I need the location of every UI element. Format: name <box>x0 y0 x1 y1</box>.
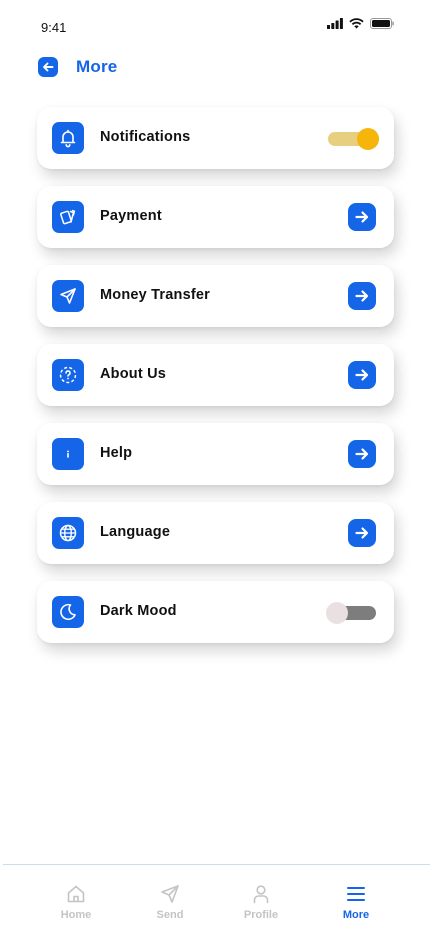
arrow-right-icon <box>355 369 369 381</box>
settings-menu: Notifications Payment Money Transfer Abo… <box>37 107 394 660</box>
menu-label-help: Help <box>100 445 133 461</box>
arrow-right-icon <box>355 448 369 460</box>
menu-label-money-transfer: Money Transfer <box>100 287 210 303</box>
back-button[interactable] <box>38 57 58 77</box>
question-circle-icon <box>52 359 84 391</box>
menu-item-payment[interactable]: Payment <box>37 186 394 248</box>
money-transfer-arrow-button[interactable] <box>348 282 376 310</box>
nav-item-send[interactable]: Send <box>140 883 200 921</box>
menu-label-payment: Payment <box>100 208 162 224</box>
menu-label-notifications: Notifications <box>100 129 191 145</box>
toggle-knob <box>357 128 379 150</box>
language-arrow-button[interactable] <box>348 519 376 547</box>
bottom-nav: Home Send Profile More <box>3 864 430 932</box>
status-bar: 9:41 <box>0 0 430 50</box>
nav-item-profile[interactable]: Profile <box>231 883 291 921</box>
page-title: More <box>76 57 118 76</box>
menu-item-notifications[interactable]: Notifications <box>37 107 394 169</box>
user-icon <box>253 885 269 904</box>
cards-icon <box>52 201 84 233</box>
help-arrow-button[interactable] <box>348 440 376 468</box>
menu-icon <box>347 887 365 901</box>
about-us-arrow-button[interactable] <box>348 361 376 389</box>
menu-item-about-us[interactable]: About Us <box>37 344 394 406</box>
home-icon <box>67 885 85 903</box>
nav-label-home: Home <box>60 909 92 921</box>
nav-item-home[interactable]: Home <box>46 883 106 921</box>
payment-arrow-button[interactable] <box>348 203 376 231</box>
status-time: 9:41 <box>41 20 67 35</box>
wifi-icon <box>349 18 364 29</box>
dark-mood-toggle[interactable] <box>326 602 378 624</box>
send-icon <box>161 885 179 903</box>
arrow-right-icon <box>355 527 369 539</box>
moon-icon <box>52 596 84 628</box>
arrow-left-icon <box>43 62 54 72</box>
arrow-right-icon <box>355 290 369 302</box>
menu-label-dark-mood: Dark Mood <box>100 603 177 619</box>
nav-label-profile: Profile <box>243 909 279 921</box>
menu-item-dark-mood[interactable]: Dark Mood <box>37 581 394 643</box>
toggle-knob <box>326 602 348 624</box>
nav-item-more[interactable]: More <box>326 883 386 921</box>
nav-label-send: Send <box>156 909 184 921</box>
status-icons <box>327 18 394 29</box>
menu-label-language: Language <box>100 524 171 540</box>
menu-label-about-us: About Us <box>100 366 167 382</box>
menu-item-language[interactable]: Language <box>37 502 394 564</box>
signal-icon <box>327 18 343 29</box>
arrow-right-icon <box>355 211 369 223</box>
menu-item-help[interactable]: Help <box>37 423 394 485</box>
header: More <box>38 54 117 80</box>
globe-icon <box>52 517 84 549</box>
info-icon <box>52 438 84 470</box>
nav-label-more: More <box>342 909 370 921</box>
bell-icon <box>52 122 84 154</box>
notifications-toggle[interactable] <box>328 128 379 150</box>
battery-icon <box>370 18 394 29</box>
send-icon <box>52 280 84 312</box>
menu-item-money-transfer[interactable]: Money Transfer <box>37 265 394 327</box>
